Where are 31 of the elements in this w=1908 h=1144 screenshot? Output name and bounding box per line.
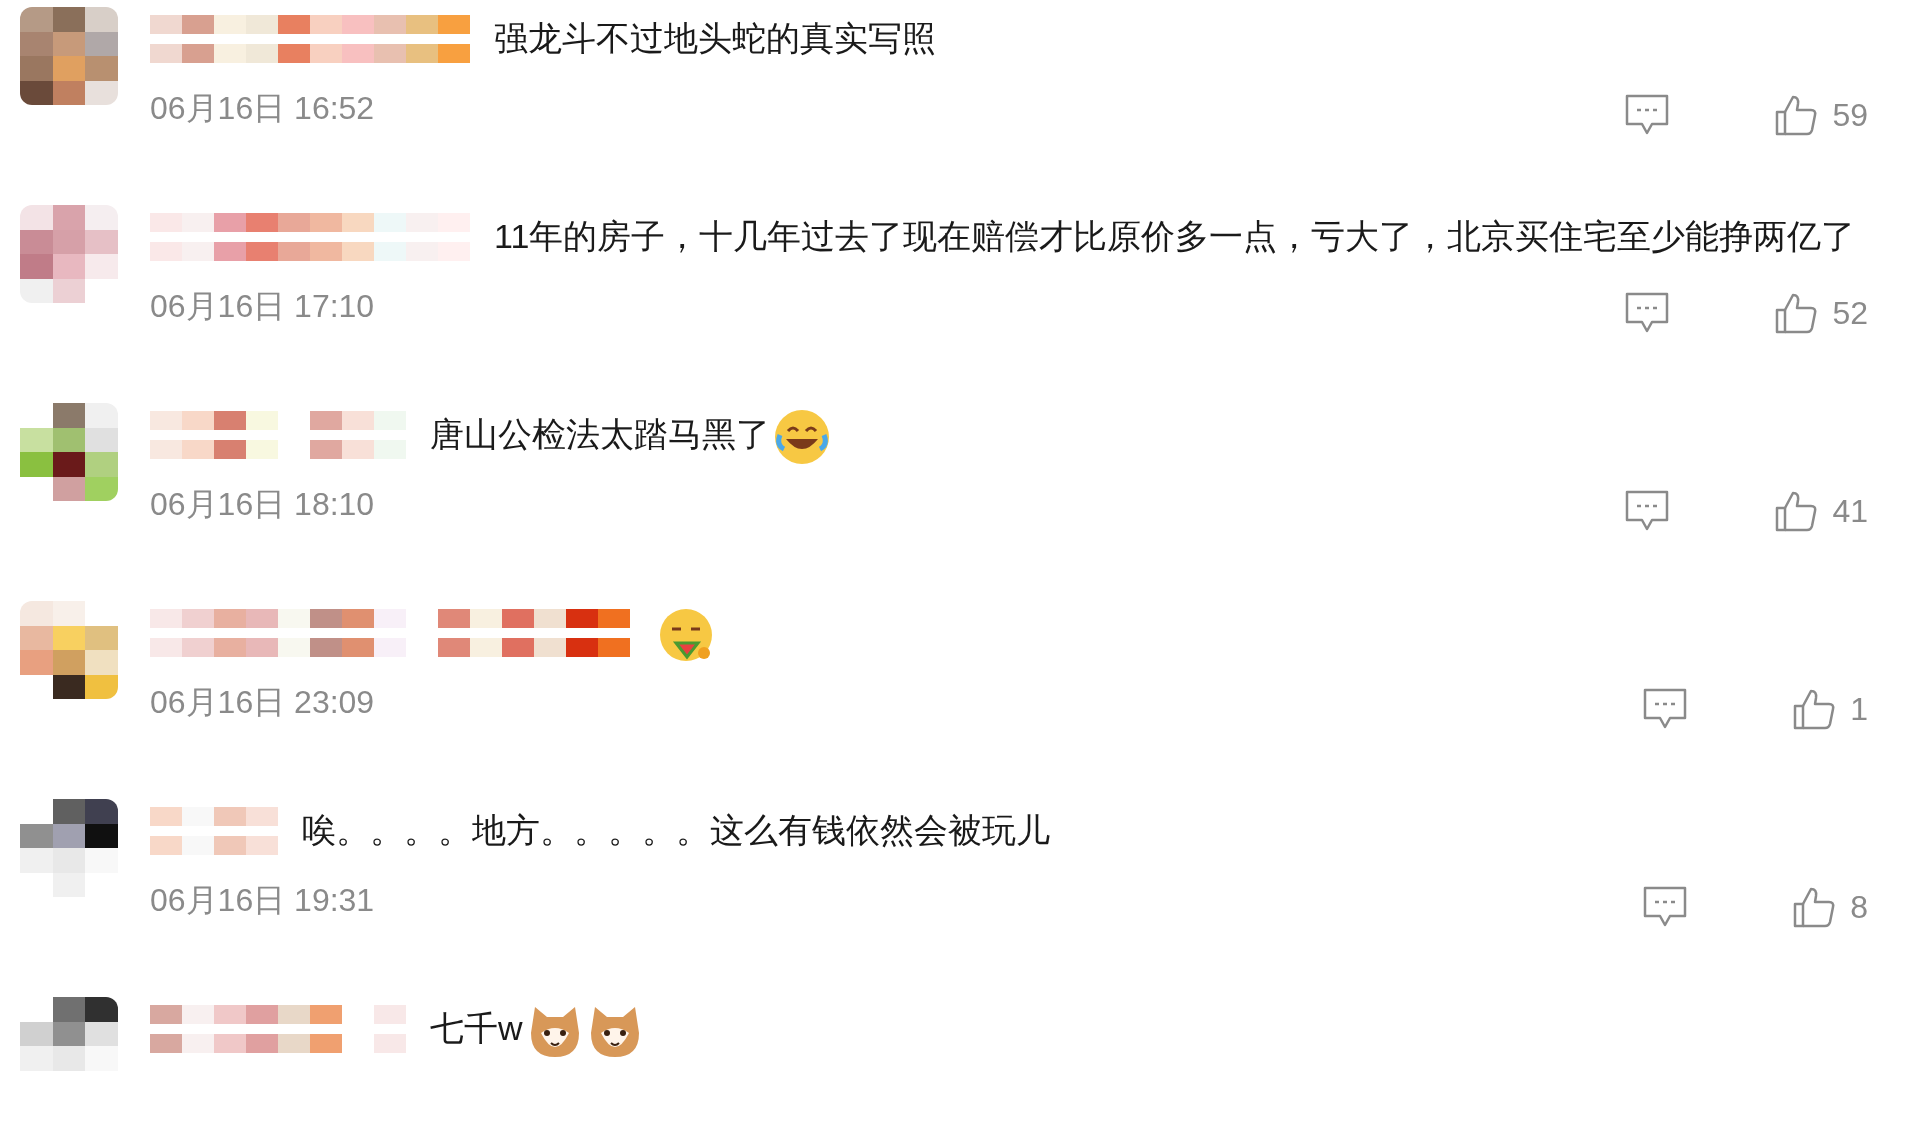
comment-icon[interactable] <box>1642 884 1689 929</box>
timestamp: 06月16日 19:31 <box>150 880 376 920</box>
avatar-placeholder[interactable] <box>20 601 118 699</box>
blurred-username[interactable] <box>150 212 470 261</box>
comment-text: 唉。。。。地方。。。。。这么有钱依然会被玩儿 <box>302 811 1050 849</box>
timestamp: 06月16日 23:09 <box>150 682 376 722</box>
comment-icon[interactable] <box>1624 488 1671 533</box>
comment-text: 强龙斗不过地头蛇的真实写照 <box>494 19 936 57</box>
blurred-username[interactable] <box>150 1004 406 1053</box>
like-count: 8 <box>1850 887 1868 927</box>
comment-text: 唐山公检法太踏马黑了 <box>430 415 770 453</box>
comment-icon[interactable] <box>1642 686 1689 731</box>
timestamp: 06月16日 18:10 <box>150 484 376 524</box>
blurred-username[interactable] <box>150 608 630 657</box>
avatar-placeholder[interactable] <box>20 7 118 105</box>
emoji-eating-watermelon-icon <box>658 607 714 663</box>
comment-icon[interactable] <box>1624 290 1671 335</box>
blurred-username[interactable] <box>150 14 470 63</box>
avatar-placeholder[interactable] <box>20 799 118 897</box>
blurred-username[interactable] <box>150 410 406 459</box>
comment-text: 11年的房子，十几年过去了现在赔偿才比原价多一点，亏大了，北京买住宅至少能挣两亿了 <box>494 217 1856 255</box>
like-count: 52 <box>1832 293 1868 333</box>
like-count: 41 <box>1832 491 1868 531</box>
avatar-placeholder[interactable] <box>20 403 118 501</box>
like-count: 59 <box>1832 95 1868 135</box>
timestamp: 06月16日 17:10 <box>150 286 376 326</box>
laughing-emoji-icon <box>774 409 830 465</box>
like-count: 1 <box>1850 689 1868 729</box>
comment-text: 七千w <box>430 1009 523 1047</box>
timestamp: 06月16日 16:52 <box>150 88 376 128</box>
comment-icon[interactable] <box>1624 92 1671 137</box>
